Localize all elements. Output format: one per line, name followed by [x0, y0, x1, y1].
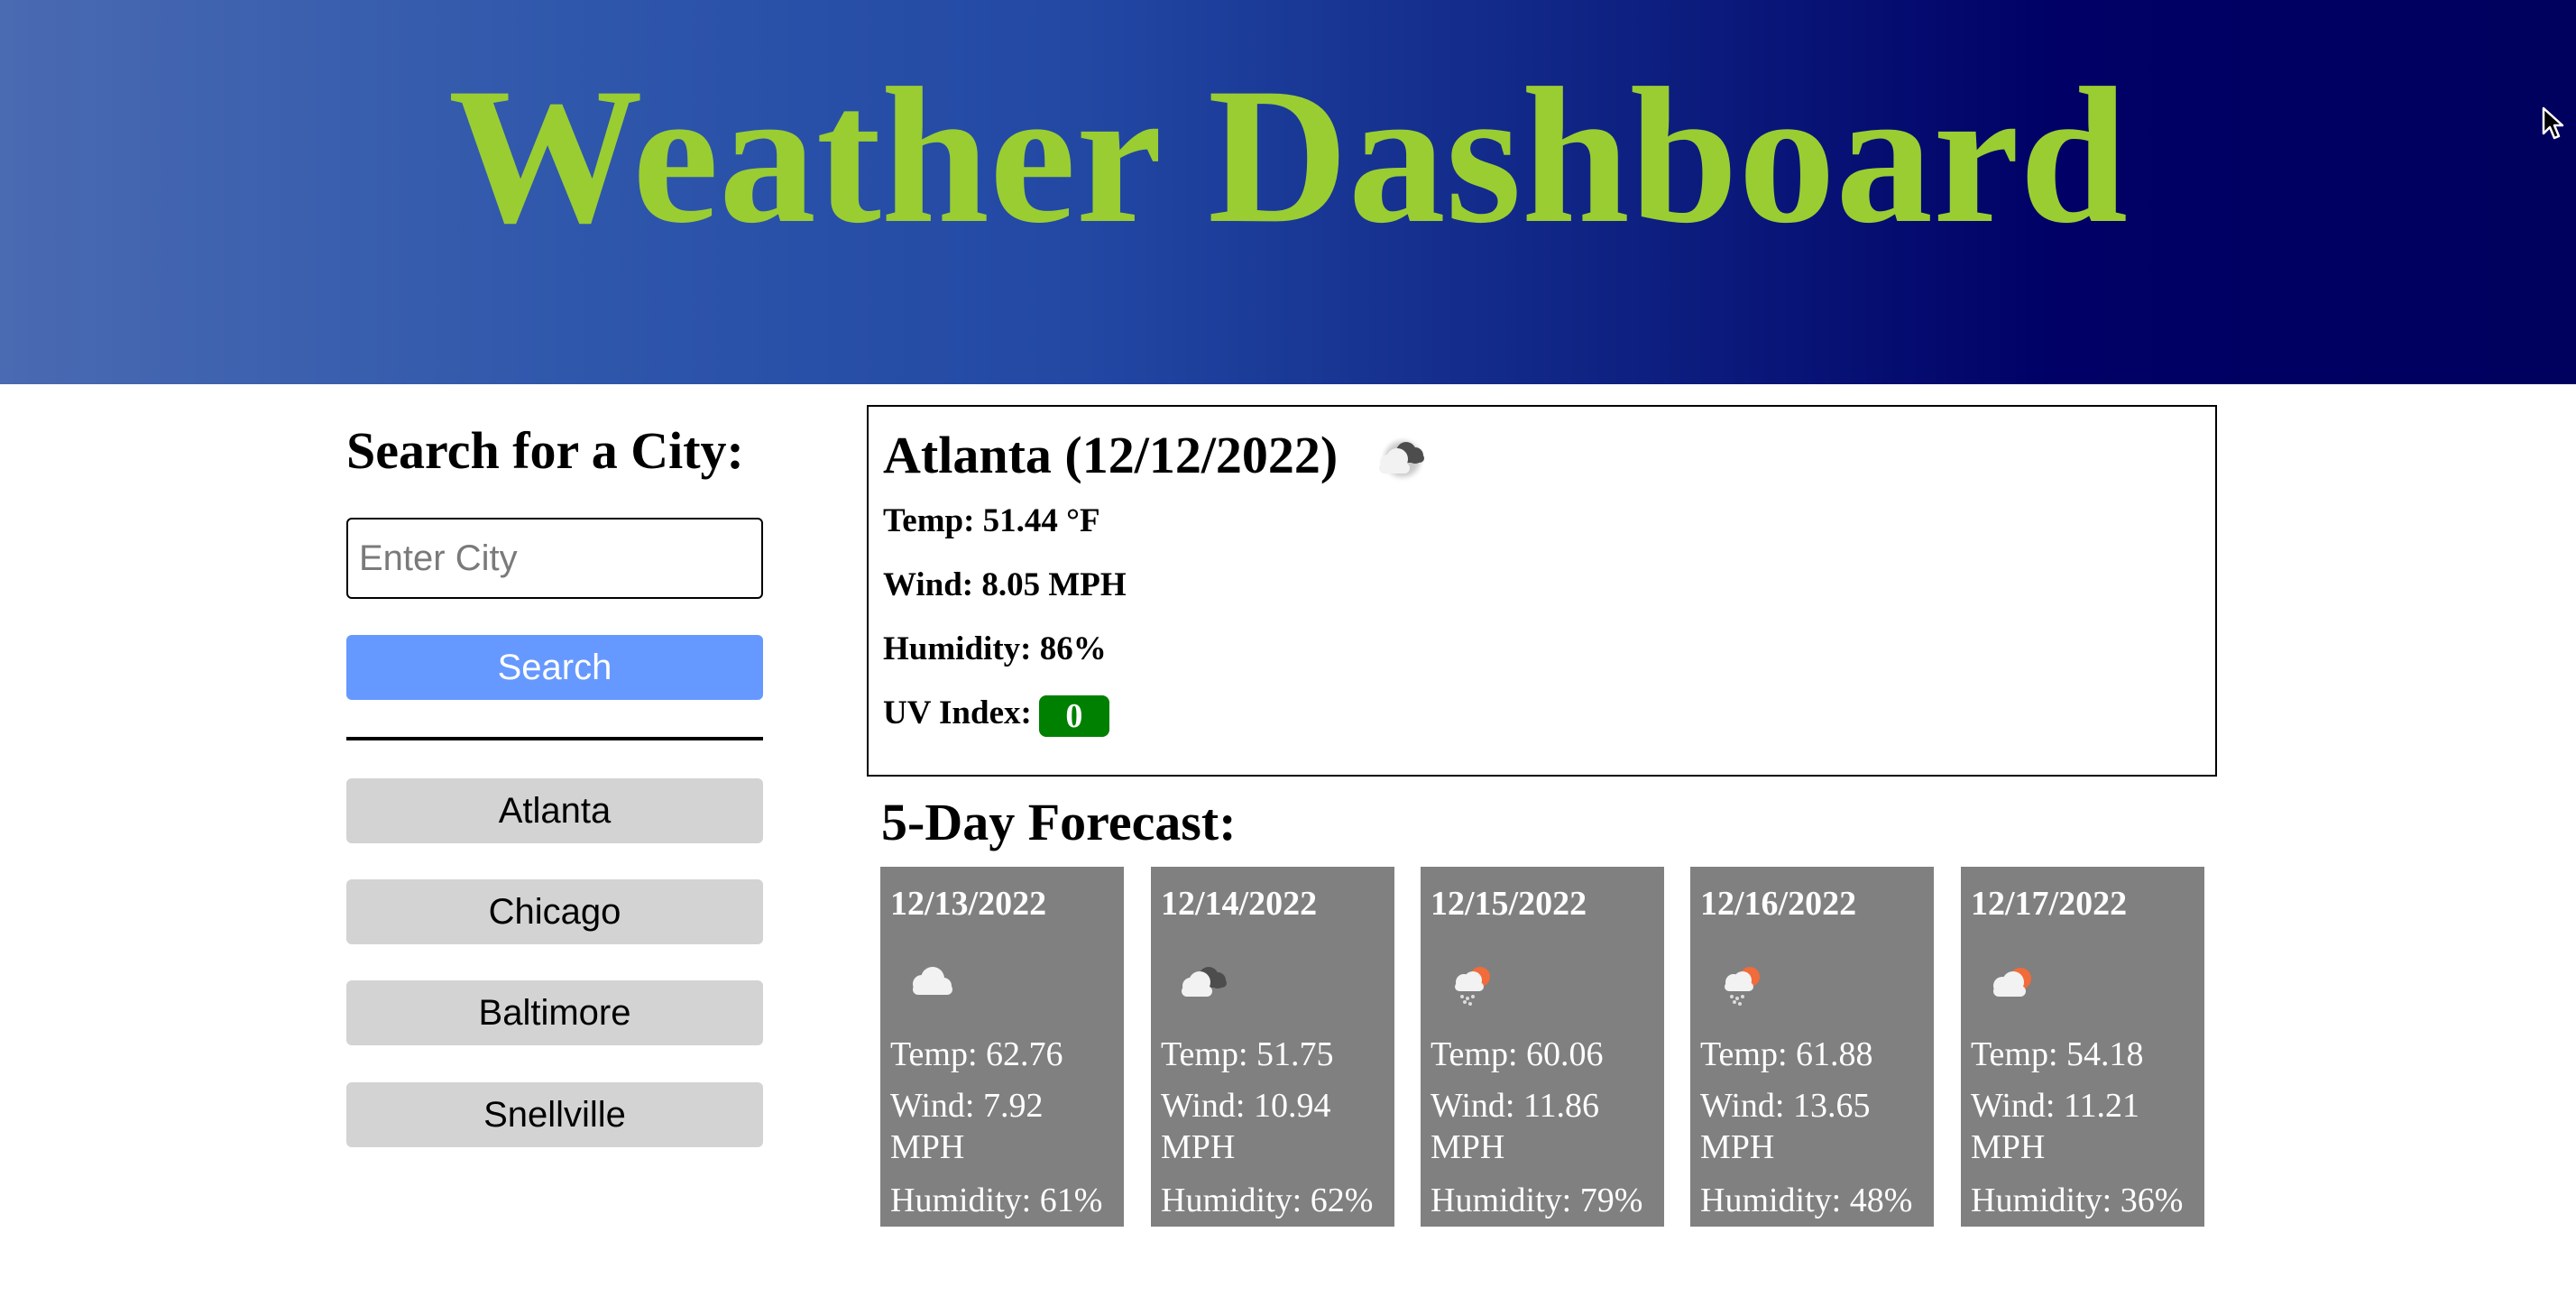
current-weather-card: Atlanta (12/12/2022) Temp: 51.44 °F Wind…: [867, 405, 2217, 777]
forecast-wind: Wind: 7.92 MPH: [890, 1087, 1044, 1166]
current-city-title: Atlanta (12/12/2022): [883, 426, 1339, 484]
history-button-atlanta[interactable]: Atlanta: [346, 778, 763, 843]
current-humidity: Humidity: 86%: [883, 630, 1107, 667]
forecast-card: 12/15/2022 Temp: 60.06 Wind: 11.86 MPH H…: [1421, 867, 1664, 1227]
forecast-card: 12/14/2022 Temp: 51.75 Wind: 10.94 MPH H…: [1151, 867, 1394, 1227]
forecast-wind: Wind: 10.94 MPH: [1161, 1087, 1331, 1166]
forecast-date: 12/17/2022: [1971, 885, 2128, 923]
search-heading: Search for a City:: [346, 421, 744, 480]
forecast-card: 12/13/2022 Temp: 62.76 Wind: 7.92 MPH Hu…: [880, 867, 1124, 1227]
current-temp: Temp: 51.44 °F: [883, 502, 1100, 539]
forecast-date: 12/14/2022: [1161, 885, 1318, 923]
current-uv-row: UV Index: 0: [883, 691, 1109, 737]
broken-clouds-icon: [1379, 441, 1424, 477]
forecast-wind: Wind: 13.65 MPH: [1700, 1087, 1871, 1166]
forecast-temp: Temp: 61.88: [1700, 1035, 1873, 1073]
history-button-baltimore[interactable]: Baltimore: [346, 980, 763, 1045]
city-search-input[interactable]: [346, 518, 763, 599]
forecast-date: 12/15/2022: [1431, 885, 1587, 923]
current-wind: Wind: 8.05 MPH: [883, 566, 1127, 603]
history-button-chicago[interactable]: Chicago: [346, 879, 763, 944]
cloud-icon: [913, 967, 952, 995]
mouse-cursor-icon: [2542, 106, 2564, 140]
forecast-humidity: Humidity: 61%: [890, 1182, 1103, 1219]
forecast-wind: Wind: 11.21 MPH: [1971, 1087, 2140, 1166]
page-title: Weather Dashboard: [447, 48, 2129, 263]
forecast-temp: Temp: 62.76: [890, 1035, 1063, 1073]
forecast-wind: Wind: 11.86 MPH: [1431, 1087, 1600, 1166]
uv-index-badge: 0: [1038, 694, 1109, 737]
forecast-heading: 5-Day Forecast:: [881, 793, 1237, 851]
forecast-humidity: Humidity: 62%: [1161, 1182, 1374, 1219]
forecast-humidity: Humidity: 36%: [1971, 1182, 2184, 1219]
forecast-date: 12/16/2022: [1700, 885, 1857, 923]
forecast-date: 12/13/2022: [890, 885, 1047, 923]
sun-rain-icon: [1725, 967, 1760, 1006]
sun-cloud-icon: [1993, 968, 2031, 997]
forecast-temp: Temp: 51.75: [1161, 1035, 1334, 1073]
search-button[interactable]: Search: [346, 635, 763, 700]
forecast-card: 12/16/2022 Temp: 61.88 Wind: 13.65 MPH H…: [1690, 867, 1934, 1227]
history-button-snellville[interactable]: Snellville: [346, 1082, 763, 1147]
sun-rain-icon: [1455, 967, 1490, 1006]
forecast-humidity: Humidity: 48%: [1700, 1182, 1913, 1219]
forecast-humidity: Humidity: 79%: [1431, 1182, 1643, 1219]
forecast-temp: Temp: 60.06: [1431, 1035, 1604, 1073]
uv-label: UV Index:: [883, 694, 1032, 731]
forecast-temp: Temp: 54.18: [1971, 1035, 2144, 1073]
forecast-card: 12/17/2022 Temp: 54.18 Wind: 11.21 MPH H…: [1961, 867, 2204, 1227]
sidebar-divider: [346, 737, 763, 740]
broken-clouds-icon: [1182, 967, 1227, 997]
header-banner: Weather Dashboard: [0, 0, 2576, 384]
